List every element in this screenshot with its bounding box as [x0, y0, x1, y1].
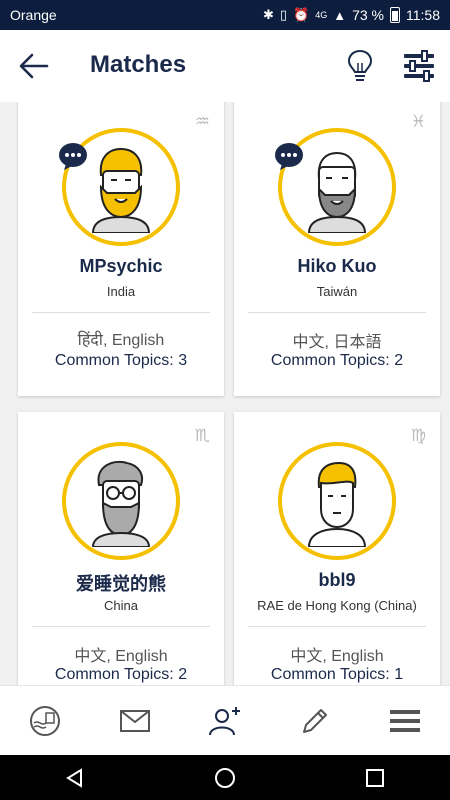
match-country: India: [106, 284, 136, 299]
avatar-illustration: [307, 151, 367, 233]
match-card[interactable]: ♏ 爱睡觉的熊 China 中文, English Common Topics:…: [18, 412, 224, 685]
carrier-label: Orange: [10, 7, 57, 23]
match-languages: 中文, English: [290, 648, 384, 665]
bottom-nav: [0, 685, 450, 755]
system-home-button[interactable]: [205, 758, 245, 798]
divider: [32, 626, 210, 627]
avatar-illustration: [91, 460, 151, 547]
clock: 11:58: [406, 7, 440, 23]
menu-icon: [390, 709, 420, 732]
pisces-icon: ♓: [410, 112, 426, 131]
system-nav-bar: [0, 755, 450, 800]
status-icons: ✱ ▯ ⏰ 4G ▲ 73 % 11:58: [263, 7, 440, 23]
match-name: Hiko Kuo: [297, 256, 377, 276]
match-name: bbl9: [318, 570, 356, 590]
alarm-icon: ⏰: [293, 7, 310, 22]
sliders-icon: [404, 50, 434, 82]
match-name: MPsychic: [79, 256, 163, 276]
status-bar: Orange ✱ ▯ ⏰ 4G ▲ 73 % 11:58: [0, 0, 450, 30]
divider: [248, 626, 426, 627]
divider: [248, 312, 426, 313]
circle-home-icon: [215, 767, 235, 788]
system-back-button[interactable]: [55, 758, 95, 798]
avatar-illustration: [307, 461, 367, 547]
virgo-icon: ♍: [410, 426, 426, 445]
common-topics: Common Topics: 2: [270, 352, 404, 369]
nav-write[interactable]: [290, 701, 340, 741]
match-card[interactable]: ♒ MPsychic India हिंदी, English Common T…: [18, 102, 224, 396]
chat-bubble-icon: [275, 143, 303, 170]
page-title: Matches: [90, 51, 187, 78]
battery-percent: 73 %: [352, 7, 384, 23]
filter-button[interactable]: [402, 50, 436, 82]
avatar: [62, 442, 180, 560]
match-languages: 中文, 日本語: [292, 334, 382, 351]
avatar: [278, 442, 396, 560]
avatar-illustration: [91, 147, 151, 233]
nav-menu[interactable]: [380, 701, 430, 741]
match-languages: हिंदी, English: [77, 332, 165, 349]
common-topics: Common Topics: 3: [54, 352, 188, 369]
match-card[interactable]: ♓ Hiko Kuo Taiwán 中文, 日本語 Common Topics:…: [234, 102, 440, 396]
nav-add-friends[interactable]: [200, 701, 250, 741]
match-card[interactable]: ♍ bbl9 RAE de Hong Kong (China) 中文, Engl…: [234, 412, 440, 685]
back-button[interactable]: [18, 52, 50, 80]
aquarius-icon: ♒: [194, 112, 210, 131]
match-country: China: [104, 598, 138, 613]
match-languages: 中文, English: [74, 648, 168, 665]
vibrate-icon: ▯: [279, 7, 287, 22]
arrow-left-icon: [19, 53, 49, 79]
network-label: 4G: [315, 10, 328, 20]
chat-bubble-icon: [59, 143, 87, 170]
postcard-icon: [30, 705, 60, 736]
match-country: RAE de Hong Kong (China): [257, 598, 417, 613]
bluetooth-icon: ✱: [262, 7, 274, 22]
divider: [32, 312, 210, 313]
match-country: Taiwán: [316, 284, 358, 299]
nav-messages[interactable]: [110, 701, 160, 741]
pencil-icon: [303, 708, 327, 733]
square-recents-icon: [366, 768, 384, 787]
common-topics: Common Topics: 1: [270, 666, 404, 683]
tips-button[interactable]: [346, 48, 374, 84]
mail-icon: [120, 709, 150, 732]
common-topics: Common Topics: 2: [54, 666, 188, 683]
lightbulb-icon: [347, 49, 373, 81]
match-name: 爱睡觉的熊: [76, 574, 166, 594]
scorpio-icon: ♏: [194, 426, 210, 445]
matches-grid: ♒ MPsychic India हिंदी, English Common T…: [0, 102, 450, 685]
battery-icon: [390, 7, 400, 23]
signal-icon: ▲: [333, 7, 347, 23]
app-bar: Matches: [0, 30, 450, 102]
add-user-icon: [209, 706, 240, 735]
nav-postcards[interactable]: [20, 701, 70, 741]
system-recents-button[interactable]: [355, 758, 395, 798]
triangle-back-icon: [66, 767, 82, 788]
